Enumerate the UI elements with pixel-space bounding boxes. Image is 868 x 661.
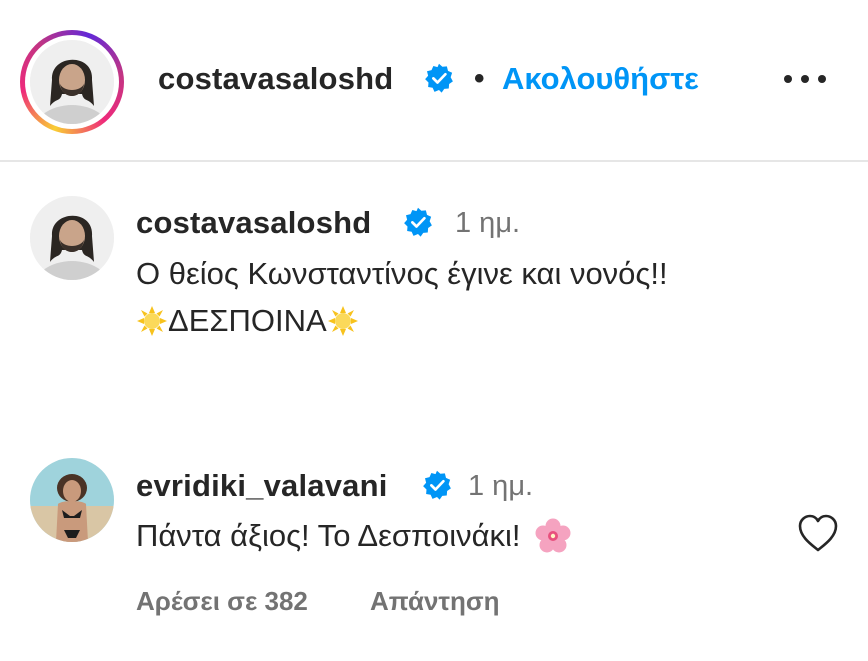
comment-avatar[interactable] [30,458,114,542]
comment-username[interactable]: evridiki_valavani [136,468,388,504]
post-header: costavasaloshd • Ακολουθήστε [0,0,868,162]
heart-outline-icon[interactable] [796,512,840,554]
reply-button[interactable]: Απάντηση [370,586,500,617]
caption-username[interactable]: costavasaloshd [136,205,371,241]
verified-badge-icon [403,207,433,237]
caption-highlight-text: ΔΕΣΠΟΙΝΑ [168,303,327,338]
cherry-blossom-emoji-icon [535,518,571,554]
verified-badge-icon [424,63,454,93]
header-username[interactable]: costavasaloshd [158,61,393,97]
follow-button[interactable]: Ακολουθήστε [502,61,699,97]
likes-count[interactable]: Αρέσει σε 382 [136,586,308,617]
caption-timestamp[interactable]: 1 ημ. [455,207,520,240]
separator-dot: • [474,62,485,95]
avatar[interactable] [30,40,114,124]
comment-timestamp[interactable]: 1 ημ. [468,470,533,503]
caption-text-line2: ΔΕΣΠΟΙΝΑ [136,303,359,339]
caption-text-line1: Ο θείος Κωνσταντίνος έγινε και νονός!! [136,256,668,291]
comment-text: Πάντα άξιος! Το Δεσποινάκι! [136,518,571,554]
comment-body: Πάντα άξιος! Το Δεσποινάκι! [136,518,521,553]
caption-avatar[interactable] [30,196,114,280]
more-horizontal-icon[interactable] [780,66,830,92]
sun-emoji-icon [136,305,168,337]
verified-badge-icon [422,470,452,500]
sun-emoji-icon [327,305,359,337]
